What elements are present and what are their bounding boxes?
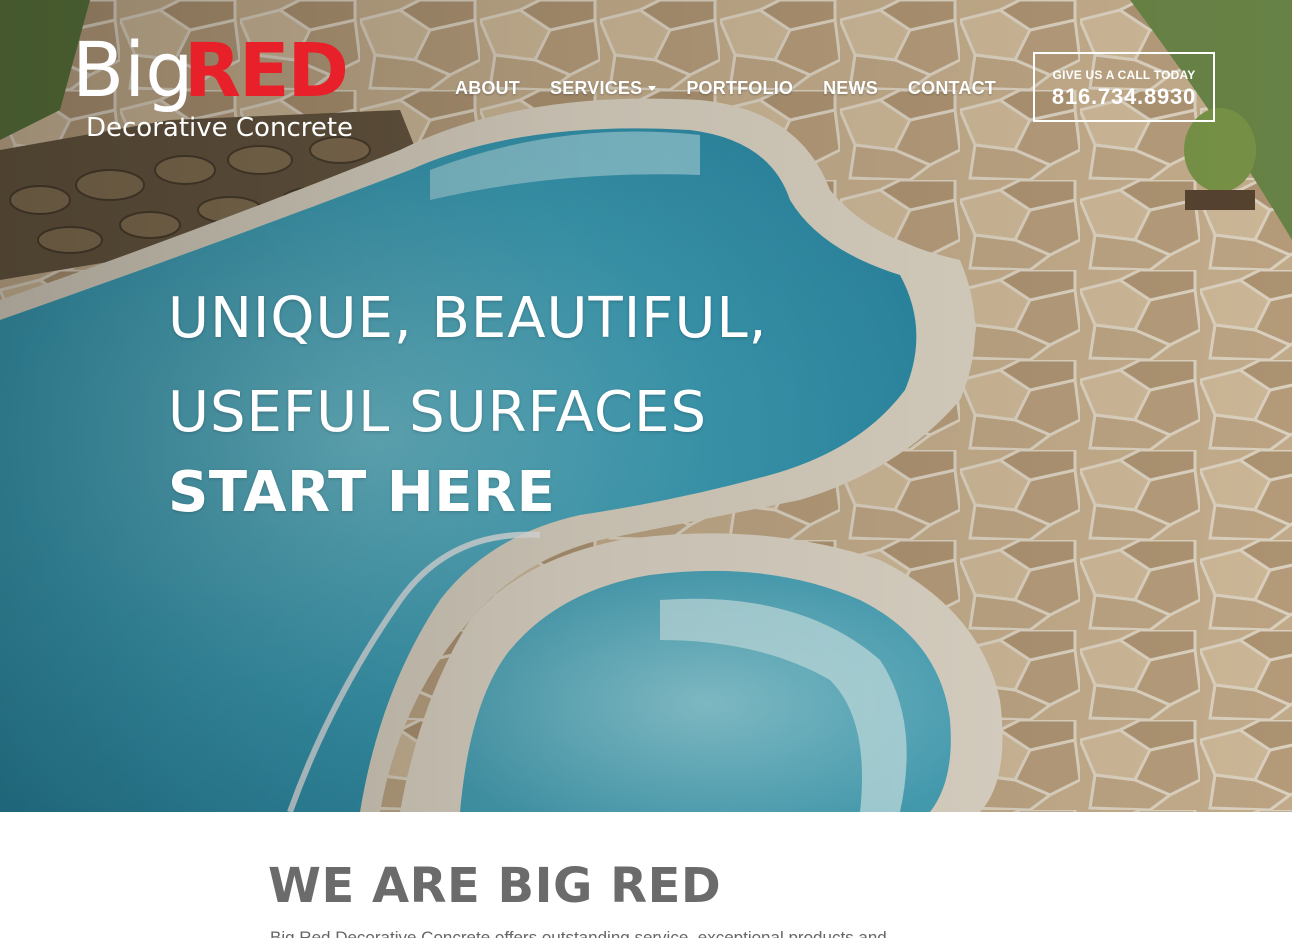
nav-item-label: NEWS — [823, 77, 878, 98]
nav-item-services[interactable]: SERVICES — [550, 77, 657, 99]
site-logo[interactable]: Big RED Decorative Concrete — [72, 25, 382, 143]
logo-tagline: Decorative Concrete — [86, 113, 353, 143]
main-nav: ABOUT SERVICES PORTFOLIO NEWS CONTACT — [440, 76, 1011, 100]
nav-item-label: PORTFOLIO — [686, 77, 794, 98]
intro-body: Big Red Decorative Concrete offers outst… — [270, 928, 990, 938]
logo-graphic: Big RED Decorative Concrete — [72, 25, 353, 143]
caret-down-icon — [648, 85, 657, 91]
nav-item-portfolio[interactable]: PORTFOLIO — [686, 78, 793, 99]
intro-body-text: Big Red Decorative Concrete offers outst… — [270, 928, 887, 938]
hero-section: Big RED Decorative Concrete ABOUT SERVIC… — [0, 0, 1292, 812]
phone-number: 816.734.8930 — [1051, 84, 1197, 109]
nav-item-label: SERVICES — [550, 77, 643, 98]
hero-headline-line-1: UNIQUE, BEAUTIFUL, — [168, 286, 768, 351]
logo-big-text: Big — [72, 28, 194, 114]
logo-red-text: RED — [184, 28, 347, 114]
call-label: GIVE US A CALL TODAY — [1052, 68, 1196, 82]
intro-title: WE ARE BIG RED — [268, 858, 722, 914]
nav-item-about[interactable]: ABOUT — [455, 78, 520, 99]
start-here-link[interactable]: START HERE — [168, 460, 555, 525]
nav-item-news[interactable]: NEWS — [823, 78, 878, 99]
hero-headline-line-2: USEFUL SURFACES — [168, 380, 707, 445]
call-us-button[interactable]: GIVE US A CALL TODAY 816.734.8930 — [1033, 52, 1215, 122]
hero-headline: UNIQUE, BEAUTIFUL, USEFUL SURFACES — [168, 272, 767, 460]
nav-item-contact[interactable]: CONTACT — [908, 78, 996, 99]
nav-item-label: ABOUT — [455, 77, 520, 98]
nav-item-label: CONTACT — [907, 77, 996, 98]
